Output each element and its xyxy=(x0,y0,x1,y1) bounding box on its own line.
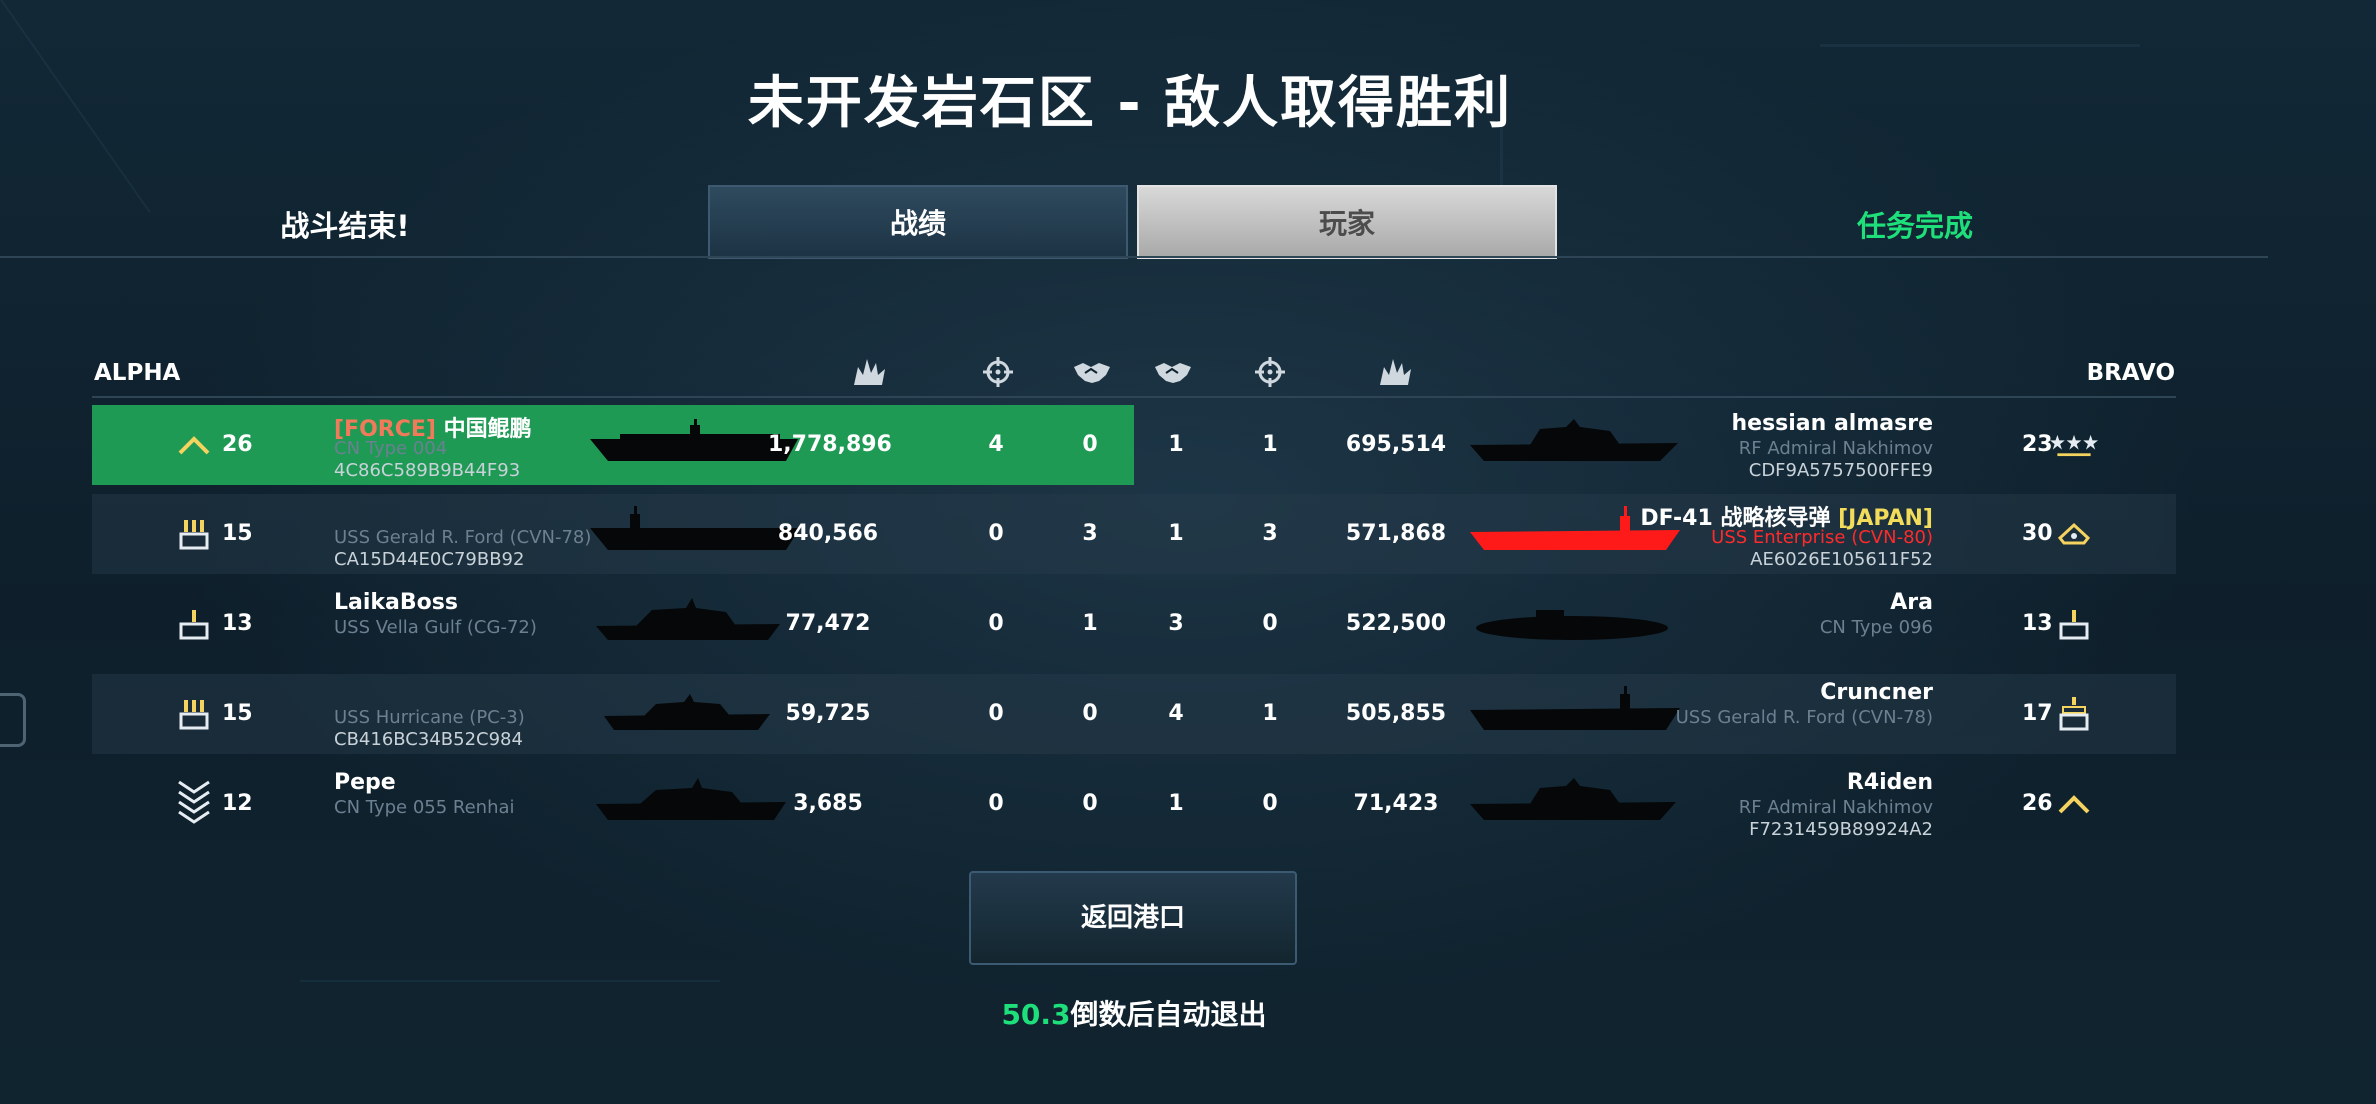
table-divider xyxy=(92,396,2176,398)
score: 505,855 xyxy=(1345,701,1447,726)
ship-name: USS Hurricane (PC-3) xyxy=(334,707,525,728)
ship-name: RF Admiral Nakhimov xyxy=(1738,797,1933,818)
player-id: CA15D44E0C79BB92 xyxy=(334,549,525,570)
countdown-text: 倒数后自动退出 xyxy=(1070,998,1267,1031)
player-name: Ara xyxy=(1890,590,1933,615)
player-row[interactable]: 13 LaikaBoss USS Vella Gulf (CG-72) 77,4… xyxy=(92,584,2176,664)
player-level: 23 xyxy=(2022,432,2053,457)
player-name: R4iden xyxy=(1846,770,1933,795)
kills: 1 xyxy=(1262,432,1278,457)
ship-name: CN Type 055 Renhai xyxy=(334,797,515,818)
player-level: 26 xyxy=(222,432,253,457)
score: 77,472 xyxy=(785,611,871,636)
ship-name: CN Type 096 xyxy=(1819,617,1933,638)
player-id: CB416BC34B52C984 xyxy=(334,729,523,750)
player-level: 17 xyxy=(2022,701,2053,726)
kills: 0 xyxy=(1262,611,1278,636)
ship-silhouette-icon xyxy=(1470,686,1680,736)
header-row: 战斗结束! 战绩 玩家 任务完成 xyxy=(0,183,2268,259)
player-level: 13 xyxy=(2022,611,2053,636)
player-level: 26 xyxy=(2022,791,2053,816)
ship-silhouette-icon xyxy=(1476,596,1672,646)
player-name: Cruncner xyxy=(1820,680,1933,705)
crosshair-icon xyxy=(978,354,1018,390)
side-panel-tab[interactable] xyxy=(0,693,26,747)
player-row[interactable]: 12 Pepe CN Type 055 Renhai 3,685 0 0 1 0… xyxy=(92,764,2176,844)
handshake-icon xyxy=(1072,354,1112,390)
player-id: 4C86C589B9B44F93 xyxy=(334,460,521,481)
kills: 1 xyxy=(1262,701,1278,726)
triple-bars-icon xyxy=(170,696,218,732)
header-divider xyxy=(0,256,2268,258)
battle-over-label: 战斗结束! xyxy=(280,209,410,243)
ship-name: USS Gerald R. Ford (CVN-78) xyxy=(334,527,592,548)
chevron-icon xyxy=(2050,786,2098,822)
player-row[interactable]: 15 USS Hurricane (PC-3) CB416BC34B52C984… xyxy=(92,674,2176,754)
score: 840,566 xyxy=(777,521,879,546)
ship-name: USS Gerald R. Ford (CVN-78) xyxy=(1675,707,1933,728)
handshake-icon xyxy=(1153,354,1193,390)
return-to-port-button[interactable]: 返回港口 xyxy=(969,871,1297,965)
team-alpha-label: ALPHA xyxy=(94,360,181,386)
chevron-icon xyxy=(170,427,218,463)
ship-silhouette-icon xyxy=(596,596,780,646)
tab-players[interactable]: 玩家 xyxy=(1137,185,1557,259)
ship-name: RF Admiral Nakhimov xyxy=(1738,438,1933,459)
ship-name: USS Vella Gulf (CG-72) xyxy=(334,617,537,638)
player-level: 12 xyxy=(222,791,253,816)
three-stars-icon xyxy=(2050,427,2098,463)
kills: 0 xyxy=(1262,791,1278,816)
ship-name: USS Enterprise (CVN-80) xyxy=(1711,527,1933,548)
cap-icon xyxy=(2050,516,2098,552)
player-name: hessian almasre xyxy=(1731,411,1933,436)
ship-name: CN Type 004 xyxy=(334,438,448,459)
score: 522,500 xyxy=(1345,611,1447,636)
ship-silhouette-icon xyxy=(1470,417,1678,467)
single-bar-icon xyxy=(170,606,218,642)
team-bravo-label: BRAVO xyxy=(2086,360,2175,386)
triple-bars-icon xyxy=(170,516,218,552)
player-name: Pepe xyxy=(334,770,396,795)
mission-status: 任务完成 xyxy=(1856,209,1973,243)
score: 1,778,896 xyxy=(768,432,892,457)
explosion-icon xyxy=(850,354,890,390)
explosion-icon xyxy=(1376,354,1416,390)
tab-stats[interactable]: 战绩 xyxy=(708,185,1128,259)
score: 695,514 xyxy=(1345,432,1447,457)
player-id: AE6026E105611F52 xyxy=(1750,549,1933,570)
crosshair-icon xyxy=(1250,354,1290,390)
ship-silhouette-icon xyxy=(596,776,786,826)
page-title: 未开发岩石区 - 敌人取得胜利 xyxy=(747,71,1513,136)
ship-silhouette-icon xyxy=(1470,776,1676,826)
countdown-seconds: 50.3 xyxy=(1001,998,1071,1031)
ship-silhouette-icon xyxy=(604,686,770,736)
stacked-chevrons-icon xyxy=(170,780,218,824)
player-level: 13 xyxy=(222,611,253,636)
player-row[interactable]: 26 [FORCE] 中国鲲鹏 CN Type 004 4C86C589B9B4… xyxy=(92,405,2176,485)
bar-badge-icon xyxy=(2050,696,2098,732)
player-id: F7231459B89924A2 xyxy=(1749,819,1933,840)
player-row[interactable]: 15 USS Gerald R. Ford (CVN-78) CA15D44E0… xyxy=(92,494,2176,574)
score: 3,685 xyxy=(793,791,863,816)
kills: 3 xyxy=(1262,521,1278,546)
player-id: CDF9A5757500FFE9 xyxy=(1748,460,1933,481)
score: 571,868 xyxy=(1345,521,1447,546)
single-bar-icon xyxy=(2050,606,2098,642)
auto-exit-countdown: 50.3倒数后自动退出 xyxy=(0,993,2268,1033)
score: 59,725 xyxy=(785,701,871,726)
player-level: 15 xyxy=(222,521,253,546)
score: 71,423 xyxy=(1353,791,1439,816)
player-level: 15 xyxy=(222,701,253,726)
player-name: LaikaBoss xyxy=(334,590,458,615)
ship-silhouette-icon xyxy=(590,417,798,467)
player-level: 30 xyxy=(2022,521,2053,546)
